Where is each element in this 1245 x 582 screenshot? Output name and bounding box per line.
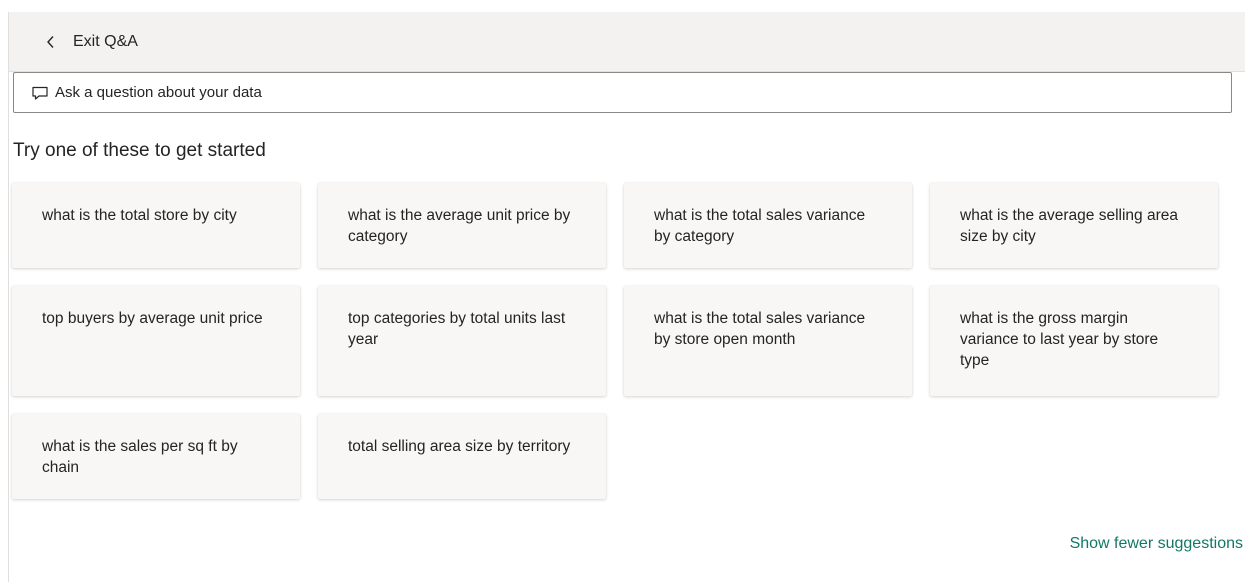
chevron-left-icon bbox=[41, 35, 59, 49]
question-input[interactable] bbox=[55, 84, 1231, 101]
exit-qna-label: Exit Q&A bbox=[73, 32, 138, 50]
question-box[interactable] bbox=[13, 72, 1232, 113]
suggestion-card[interactable]: what is the gross margin variance to las… bbox=[930, 286, 1218, 396]
suggestion-card[interactable]: top categories by total units last year bbox=[318, 286, 606, 396]
exit-qna-button[interactable]: Exit Q&A bbox=[41, 33, 138, 51]
suggestion-card[interactable]: what is the average unit price by catego… bbox=[318, 183, 606, 268]
suggestion-card[interactable]: top buyers by average unit price bbox=[12, 286, 300, 396]
suggestions-heading: Try one of these to get started bbox=[13, 140, 266, 161]
suggestion-card[interactable]: what is the sales per sq ft by chain bbox=[12, 414, 300, 499]
suggestions-grid: what is the total store by city what is … bbox=[12, 183, 1219, 499]
suggestion-card[interactable]: what is the total sales variance by cate… bbox=[624, 183, 912, 268]
show-fewer-suggestions-link[interactable]: Show fewer suggestions bbox=[1070, 535, 1243, 553]
suggestion-card[interactable]: what is the total store by city bbox=[12, 183, 300, 268]
suggestion-card[interactable]: what is the average selling area size by… bbox=[930, 183, 1218, 268]
qna-header: Exit Q&A bbox=[9, 12, 1245, 72]
suggestion-card[interactable]: what is the total sales variance by stor… bbox=[624, 286, 912, 396]
suggestion-card[interactable]: total selling area size by territory bbox=[318, 414, 606, 499]
speech-bubble-icon bbox=[31, 85, 49, 101]
